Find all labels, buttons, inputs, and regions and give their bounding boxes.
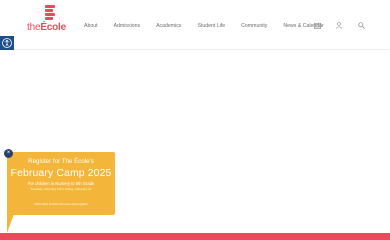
popup-title: February Camp 2025	[10, 167, 112, 179]
popup-tail	[7, 214, 14, 233]
main-nav: About Admissions Academics Student Life …	[84, 21, 340, 31]
popup-dates: Tuesday, February 18 to Friday, February…	[30, 187, 92, 191]
popup-register-link[interactable]: Click here to find out more and register	[7, 202, 115, 206]
popup-subtitle: For children in Nursery to 5th Grade	[27, 181, 95, 186]
popup-close-button[interactable]: ×	[4, 149, 13, 158]
accessibility-icon	[2, 38, 12, 48]
nav-item-academics[interactable]: Academics	[156, 23, 181, 29]
bottom-accent-bar	[0, 233, 390, 240]
site-logo[interactable]: theÉcole	[27, 5, 66, 35]
logo-mark-icon	[45, 5, 55, 21]
header-icons	[312, 21, 378, 30]
header-divider	[0, 49, 390, 50]
nav-item-community[interactable]: Community	[241, 23, 267, 29]
search-icon[interactable]	[356, 21, 366, 30]
logo-name: École	[40, 22, 66, 33]
popup-intro: Register for The École's	[28, 158, 94, 165]
nav-item-admissions[interactable]: Admissions	[114, 23, 141, 29]
user-icon[interactable]	[334, 21, 344, 30]
site-header: theÉcole About Admissions Academics Stud…	[0, 0, 390, 50]
nav-item-about[interactable]: About	[84, 23, 98, 29]
accessibility-button[interactable]	[0, 36, 14, 50]
flag-icon[interactable]	[312, 21, 322, 30]
nav-item-student-life[interactable]: Student Life	[197, 23, 225, 29]
logo-text: theÉcole	[27, 22, 66, 33]
logo-prefix: the	[27, 22, 41, 33]
